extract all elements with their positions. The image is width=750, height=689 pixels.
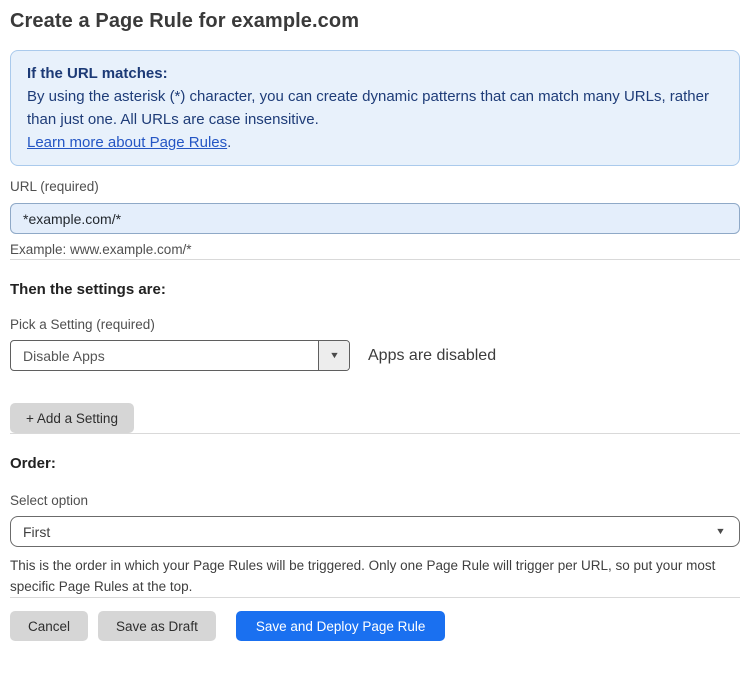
- divider: [10, 259, 740, 260]
- form-actions: Cancel Save as Draft Save and Deploy Pag…: [10, 611, 740, 641]
- cancel-button[interactable]: Cancel: [10, 611, 89, 641]
- settings-section-heading: Then the settings are:: [10, 281, 166, 298]
- info-box-link-line: Learn more about Page Rules.: [27, 131, 723, 154]
- page-rule-form: Create a Page Rule for example.com If th…: [0, 0, 750, 651]
- link-period: .: [227, 134, 232, 151]
- setting-select[interactable]: Disable Apps ▼: [10, 340, 350, 371]
- order-helper-text: This is the order in which your Page Rul…: [10, 558, 716, 594]
- divider: [10, 597, 740, 598]
- url-example-helper: Example: www.example.com/*: [10, 242, 192, 257]
- page-title: Create a Page Rule for example.com: [10, 10, 360, 32]
- url-match-info-box: If the URL matches: By using the asteris…: [10, 50, 740, 166]
- setting-status-text: Apps are disabled: [368, 346, 497, 364]
- setting-select-arrow-button[interactable]: ▼: [318, 341, 349, 370]
- caret-down-icon: ▼: [715, 526, 726, 536]
- caret-down-icon: ▼: [328, 350, 340, 360]
- learn-more-link[interactable]: Learn more about Page Rules: [27, 134, 227, 151]
- setting-picker-label: Pick a Setting (required): [10, 317, 155, 332]
- save-and-deploy-button[interactable]: Save and Deploy Page Rule: [235, 611, 446, 641]
- setting-picker-row: Disable Apps ▼ Apps are disabled: [10, 340, 740, 371]
- setting-select-value: Disable Apps: [23, 347, 105, 364]
- url-input[interactable]: [10, 203, 740, 234]
- save-as-draft-button[interactable]: Save as Draft: [98, 611, 216, 641]
- info-box-heading: If the URL matches:: [27, 65, 168, 82]
- order-section-heading: Order:: [10, 455, 56, 472]
- divider: [10, 433, 740, 434]
- order-select-label: Select option: [10, 493, 89, 508]
- order-select-value: First: [23, 523, 51, 540]
- order-select[interactable]: First ▼: [10, 516, 740, 547]
- url-field-label: URL (required): [10, 179, 99, 194]
- add-setting-button[interactable]: + Add a Setting: [10, 403, 134, 433]
- info-box-body: By using the asterisk (*) character, you…: [27, 88, 709, 128]
